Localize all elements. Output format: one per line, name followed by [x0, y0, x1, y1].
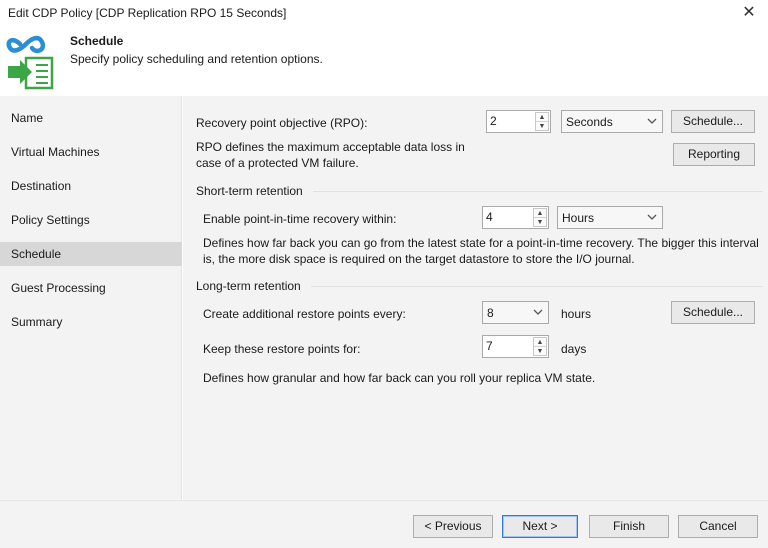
- sidebar-item-virtual-machines[interactable]: Virtual Machines: [0, 140, 182, 164]
- previous-button[interactable]: < Previous: [413, 515, 493, 538]
- title-bar: Edit CDP Policy [CDP Replication RPO 15 …: [0, 0, 768, 28]
- keep-restore-points-unit: days: [561, 342, 587, 356]
- window-title: Edit CDP Policy [CDP Replication RPO 15 …: [8, 6, 287, 20]
- rpo-unit-value: Seconds: [566, 115, 613, 129]
- sidebar-item-name[interactable]: Name: [0, 106, 182, 130]
- restore-points-label: Create additional restore points every:: [203, 307, 406, 321]
- rpo-value: 2: [490, 114, 497, 128]
- cancel-button[interactable]: Cancel: [678, 515, 758, 538]
- reporting-button[interactable]: Reporting: [673, 143, 755, 166]
- finish-button[interactable]: Finish: [589, 515, 669, 538]
- long-term-retention-heading: Long-term retention: [196, 279, 301, 293]
- sidebar-item-schedule[interactable]: Schedule: [0, 242, 182, 266]
- keep-restore-points-value: 7: [486, 339, 493, 353]
- increment-icon[interactable]: ▲: [536, 113, 548, 122]
- rpo-stepper-arrows: ▲ ▼: [535, 112, 549, 131]
- section-divider: [311, 286, 763, 287]
- point-in-time-unit-value: Hours: [562, 211, 595, 225]
- wizard-footer: < Previous Next > Finish Cancel: [0, 500, 768, 548]
- decrement-icon[interactable]: ▼: [536, 122, 548, 131]
- sidebar-item-destination[interactable]: Destination: [0, 174, 182, 198]
- rpo-label: Recovery point objective (RPO):: [196, 116, 368, 130]
- page-title: Schedule: [70, 34, 124, 48]
- rpo-description: RPO defines the maximum acceptable data …: [196, 140, 465, 170]
- long-term-schedule-button[interactable]: Schedule...: [671, 301, 755, 324]
- point-in-time-stepper[interactable]: 4 ▲ ▼: [482, 206, 549, 229]
- keep-restore-points-label: Keep these restore points for:: [203, 342, 361, 356]
- point-in-time-stepper-arrows: ▲ ▼: [533, 208, 547, 227]
- restore-points-unit: hours: [561, 307, 592, 321]
- wizard-steps-sidebar: Name Virtual Machines Destination Policy…: [0, 96, 182, 500]
- rpo-unit-select[interactable]: Seconds: [561, 110, 663, 133]
- short-term-retention-heading: Short-term retention: [196, 184, 303, 198]
- chevron-down-icon: [647, 214, 657, 220]
- page-subtitle: Specify policy scheduling and retention …: [70, 52, 323, 66]
- keep-stepper-arrows: ▲ ▼: [533, 337, 547, 356]
- restore-points-interval-value: 8: [487, 306, 494, 320]
- next-button[interactable]: Next >: [502, 515, 578, 538]
- point-in-time-label: Enable point-in-time recovery within:: [203, 212, 397, 226]
- cdp-schedule-logo-icon: [6, 35, 54, 90]
- close-icon[interactable]: ✕: [736, 1, 762, 25]
- keep-restore-points-stepper[interactable]: 7 ▲ ▼: [482, 335, 549, 358]
- long-term-description: Defines how granular and how far back ca…: [203, 371, 596, 385]
- sidebar-item-policy-settings[interactable]: Policy Settings: [0, 208, 182, 232]
- point-in-time-unit-select[interactable]: Hours: [557, 206, 663, 229]
- restore-points-interval-select[interactable]: 8: [482, 301, 549, 324]
- decrement-icon[interactable]: ▼: [534, 347, 546, 356]
- short-term-description: Defines how far back you can go from the…: [203, 236, 759, 266]
- section-divider: [313, 191, 763, 192]
- chevron-down-icon: [647, 118, 657, 124]
- point-in-time-value: 4: [486, 210, 493, 224]
- decrement-icon[interactable]: ▼: [534, 218, 546, 227]
- wizard-header: Schedule Specify policy scheduling and r…: [0, 28, 768, 94]
- increment-icon[interactable]: ▲: [534, 209, 546, 218]
- sidebar-item-summary[interactable]: Summary: [0, 310, 182, 334]
- rpo-value-stepper[interactable]: 2 ▲ ▼: [486, 110, 551, 133]
- sidebar-item-guest-processing[interactable]: Guest Processing: [0, 276, 182, 300]
- increment-icon[interactable]: ▲: [534, 338, 546, 347]
- rpo-schedule-button[interactable]: Schedule...: [671, 110, 755, 133]
- schedule-content-panel: Recovery point objective (RPO): 2 ▲ ▼ Se…: [183, 96, 768, 500]
- chevron-down-icon: [533, 309, 543, 315]
